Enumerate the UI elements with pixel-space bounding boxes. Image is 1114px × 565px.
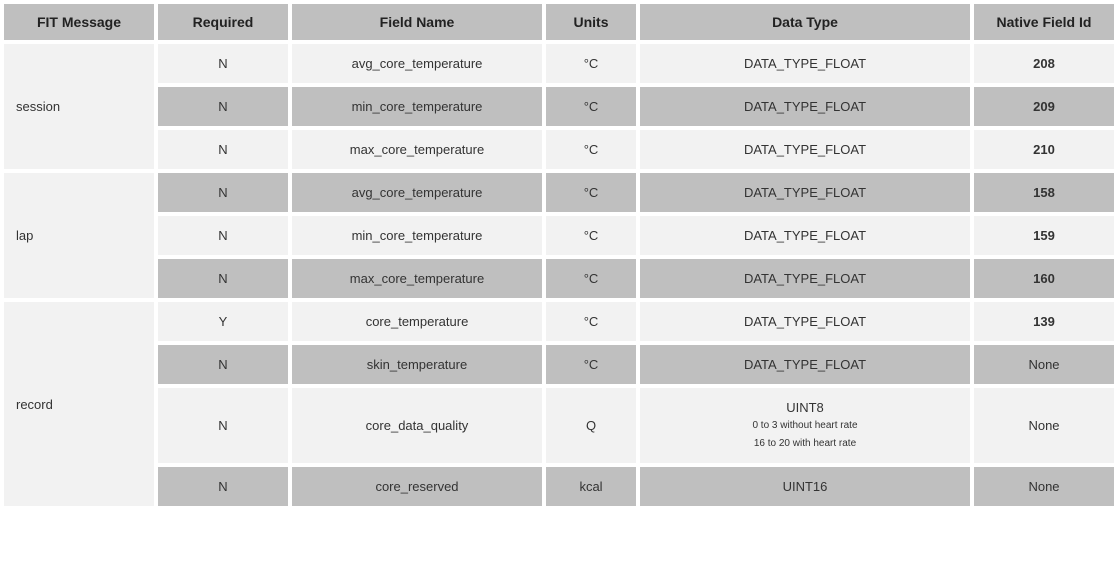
units-cell: Q bbox=[546, 388, 636, 463]
table-row: N core_reserved kcal UINT16 None bbox=[4, 467, 1114, 506]
units-cell: °C bbox=[546, 87, 636, 126]
table-row: N core_data_quality Q UINT8 0 to 3 witho… bbox=[4, 388, 1114, 463]
required-cell: N bbox=[158, 216, 288, 255]
required-cell: N bbox=[158, 130, 288, 169]
native-id-cell: 160 bbox=[974, 259, 1114, 298]
data-type-cell: DATA_TYPE_FLOAT bbox=[640, 259, 970, 298]
units-cell: °C bbox=[546, 216, 636, 255]
units-cell: °C bbox=[546, 259, 636, 298]
table-row: N skin_temperature °C DATA_TYPE_FLOAT No… bbox=[4, 345, 1114, 384]
required-cell: N bbox=[158, 388, 288, 463]
field-name-cell: max_core_temperature bbox=[292, 259, 542, 298]
data-type-sub: 0 to 3 without heart rate bbox=[648, 419, 962, 433]
required-cell: N bbox=[158, 87, 288, 126]
units-cell: °C bbox=[546, 302, 636, 341]
field-name-cell: min_core_temperature bbox=[292, 87, 542, 126]
data-type-cell: DATA_TYPE_FLOAT bbox=[640, 302, 970, 341]
table-row: N min_core_temperature °C DATA_TYPE_FLOA… bbox=[4, 216, 1114, 255]
field-name-cell: core_reserved bbox=[292, 467, 542, 506]
data-type-cell: DATA_TYPE_FLOAT bbox=[640, 44, 970, 83]
field-name-cell: core_data_quality bbox=[292, 388, 542, 463]
data-type-cell: UINT16 bbox=[640, 467, 970, 506]
native-id-cell: 209 bbox=[974, 87, 1114, 126]
field-name-cell: min_core_temperature bbox=[292, 216, 542, 255]
field-name-cell: avg_core_temperature bbox=[292, 44, 542, 83]
units-cell: °C bbox=[546, 173, 636, 212]
header-units: Units bbox=[546, 4, 636, 40]
required-cell: N bbox=[158, 173, 288, 212]
native-id-cell: None bbox=[974, 345, 1114, 384]
table-row: session N avg_core_temperature °C DATA_T… bbox=[4, 44, 1114, 83]
fit-message-cell: session bbox=[4, 44, 154, 169]
required-cell: N bbox=[158, 259, 288, 298]
table-row: lap N avg_core_temperature °C DATA_TYPE_… bbox=[4, 173, 1114, 212]
native-id-cell: None bbox=[974, 388, 1114, 463]
data-type-cell: DATA_TYPE_FLOAT bbox=[640, 173, 970, 212]
native-id-cell: 159 bbox=[974, 216, 1114, 255]
units-cell: °C bbox=[546, 44, 636, 83]
field-name-cell: max_core_temperature bbox=[292, 130, 542, 169]
table-header-row: FIT Message Required Field Name Units Da… bbox=[4, 4, 1114, 40]
required-cell: N bbox=[158, 44, 288, 83]
native-id-cell: 208 bbox=[974, 44, 1114, 83]
native-id-cell: 158 bbox=[974, 173, 1114, 212]
data-type-main: UINT8 bbox=[786, 400, 824, 415]
table-row: N max_core_temperature °C DATA_TYPE_FLOA… bbox=[4, 259, 1114, 298]
required-cell: N bbox=[158, 345, 288, 384]
units-cell: kcal bbox=[546, 467, 636, 506]
data-type-cell: DATA_TYPE_FLOAT bbox=[640, 130, 970, 169]
field-name-cell: core_temperature bbox=[292, 302, 542, 341]
native-id-cell: None bbox=[974, 467, 1114, 506]
units-cell: °C bbox=[546, 345, 636, 384]
data-type-cell: UINT8 0 to 3 without heart rate 16 to 20… bbox=[640, 388, 970, 463]
header-fit-message: FIT Message bbox=[4, 4, 154, 40]
data-type-cell: DATA_TYPE_FLOAT bbox=[640, 216, 970, 255]
required-cell: Y bbox=[158, 302, 288, 341]
table-row: N max_core_temperature °C DATA_TYPE_FLOA… bbox=[4, 130, 1114, 169]
field-name-cell: skin_temperature bbox=[292, 345, 542, 384]
header-field-name: Field Name bbox=[292, 4, 542, 40]
fit-message-cell: record bbox=[4, 302, 154, 506]
data-type-sub: 16 to 20 with heart rate bbox=[648, 437, 962, 451]
header-data-type: Data Type bbox=[640, 4, 970, 40]
native-id-cell: 210 bbox=[974, 130, 1114, 169]
required-cell: N bbox=[158, 467, 288, 506]
units-cell: °C bbox=[546, 130, 636, 169]
header-required: Required bbox=[158, 4, 288, 40]
native-id-cell: 139 bbox=[974, 302, 1114, 341]
table-row: record Y core_temperature °C DATA_TYPE_F… bbox=[4, 302, 1114, 341]
data-type-cell: DATA_TYPE_FLOAT bbox=[640, 87, 970, 126]
data-type-cell: DATA_TYPE_FLOAT bbox=[640, 345, 970, 384]
table-row: N min_core_temperature °C DATA_TYPE_FLOA… bbox=[4, 87, 1114, 126]
header-native-id: Native Field Id bbox=[974, 4, 1114, 40]
fit-message-cell: lap bbox=[4, 173, 154, 298]
fit-fields-table: FIT Message Required Field Name Units Da… bbox=[0, 0, 1114, 510]
field-name-cell: avg_core_temperature bbox=[292, 173, 542, 212]
